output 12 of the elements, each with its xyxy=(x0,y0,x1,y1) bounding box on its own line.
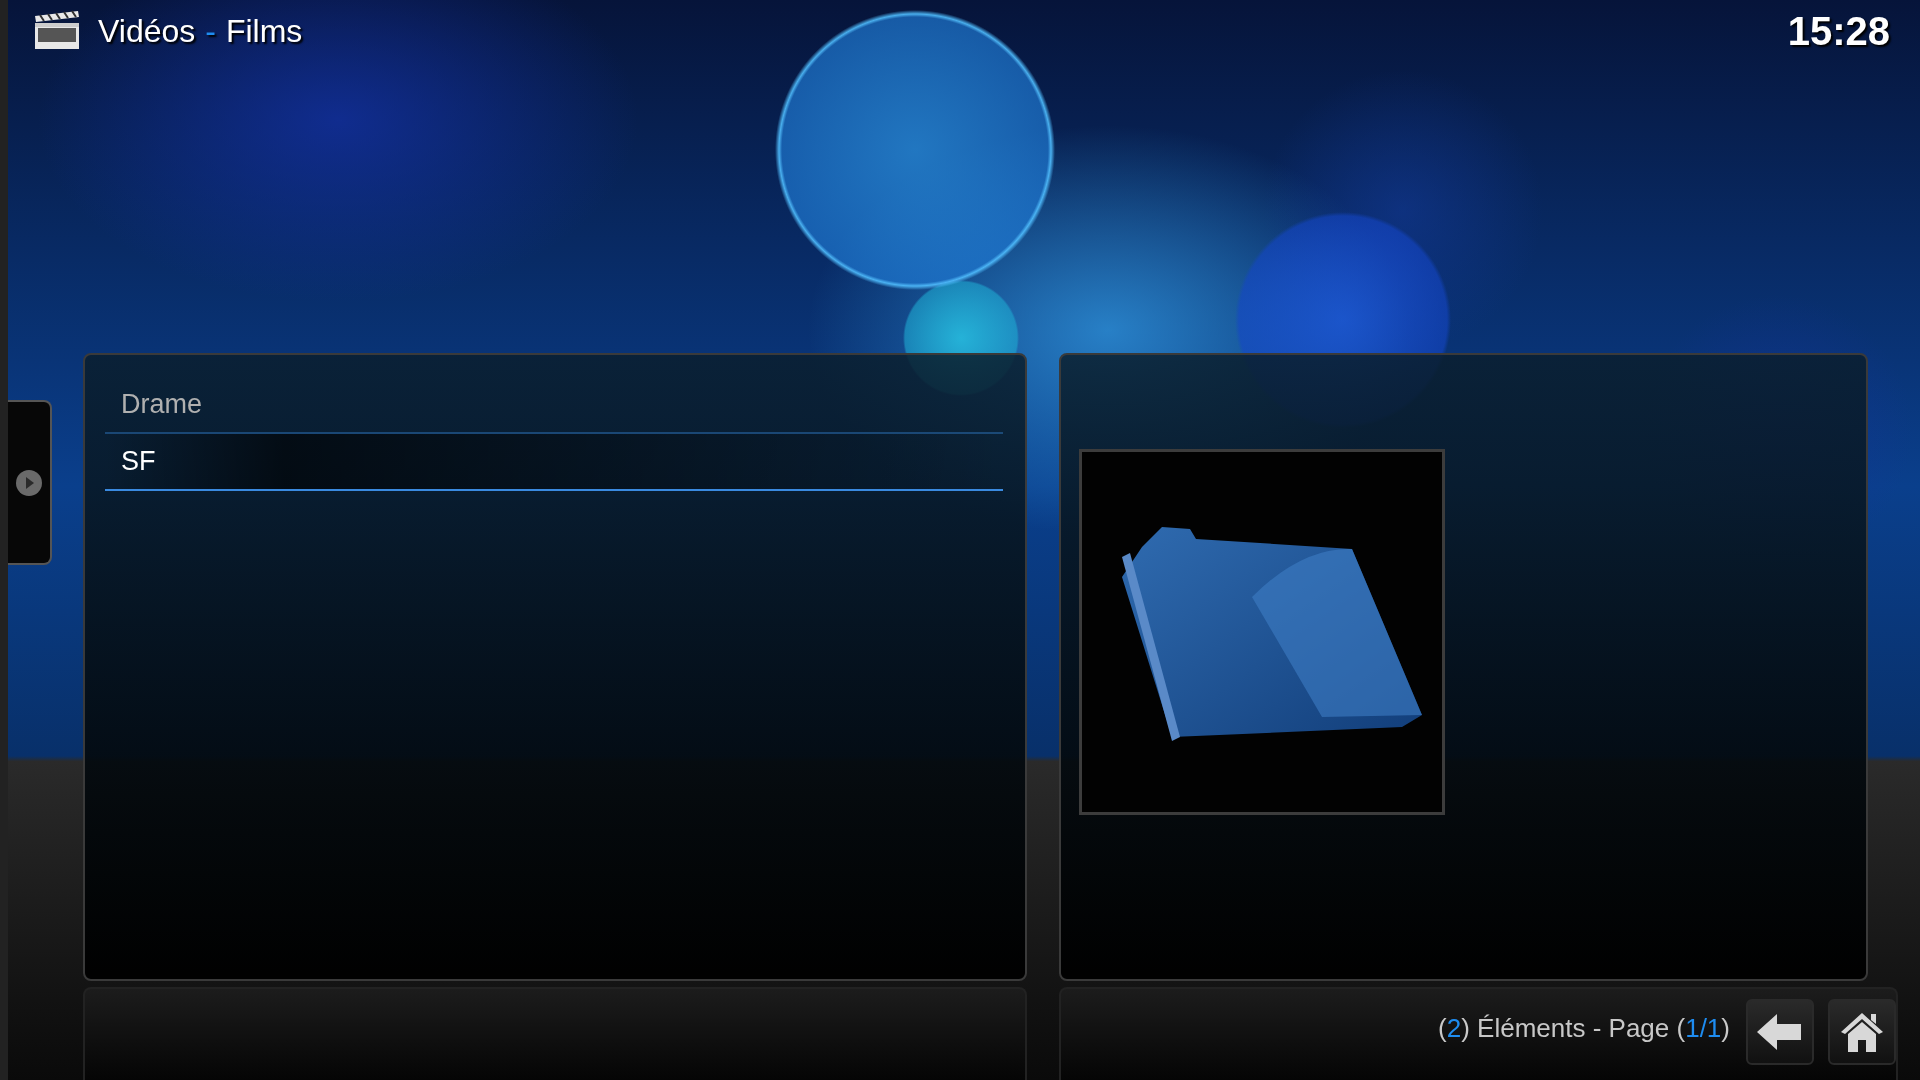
window-title: Vidéos - Films xyxy=(98,12,303,50)
list-item[interactable]: SF xyxy=(105,434,1003,491)
arrow-right-icon xyxy=(15,468,43,497)
back-button[interactable] xyxy=(1746,999,1814,1065)
home-icon xyxy=(1839,1010,1885,1054)
clock-time: 15:28 xyxy=(1787,8,1890,54)
clapperboard-icon xyxy=(32,10,82,52)
side-menu-tab[interactable] xyxy=(8,400,52,565)
home-button[interactable] xyxy=(1828,999,1896,1065)
back-arrow-icon xyxy=(1757,1014,1803,1050)
status-text: (2) Éléments - Page (1/1) xyxy=(1438,1013,1730,1044)
list-item[interactable]: Drame xyxy=(105,377,1003,434)
